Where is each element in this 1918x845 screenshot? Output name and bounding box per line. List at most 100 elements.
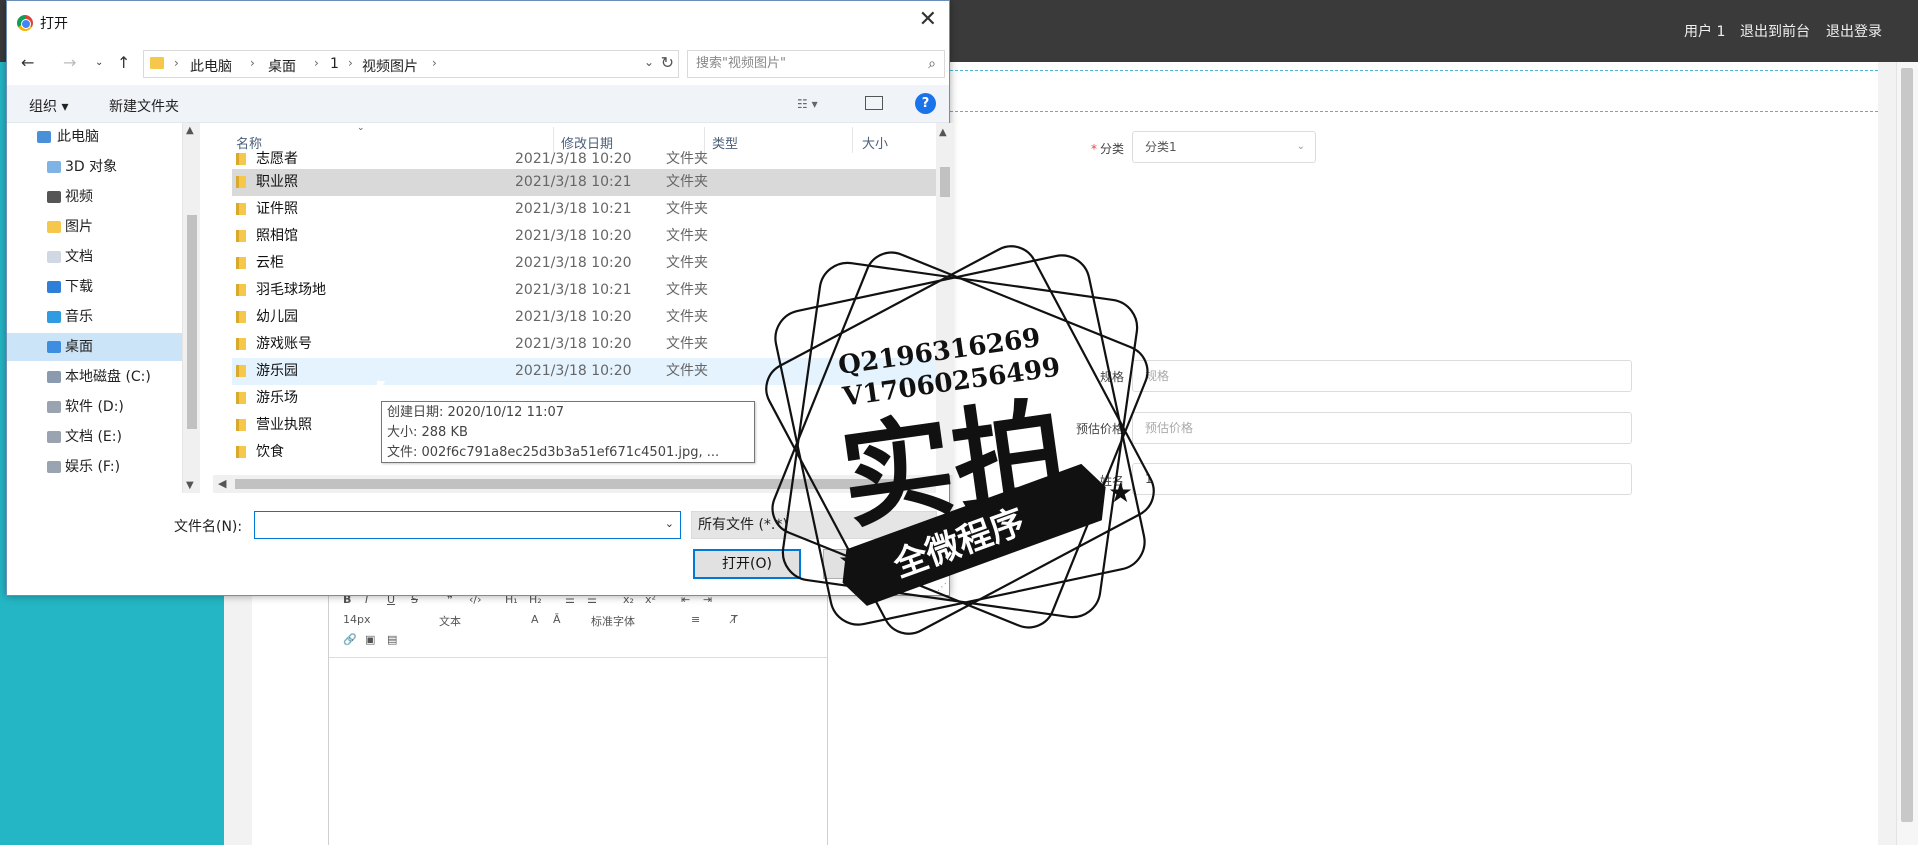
list-item[interactable]: 志愿者 2021/3/18 10:20 文件夹 [232,149,936,169]
video-icon[interactable]: ▤ [387,633,397,646]
font-size-select[interactable]: 14px [343,613,371,626]
close-icon[interactable]: ✕ [919,7,937,32]
document-icon [47,251,61,263]
user-menu[interactable]: 用户 1 [1684,0,1725,62]
cancel-button[interactable]: 取消 [823,549,935,579]
nav-item-videos[interactable]: 视频 [7,183,182,211]
exit-to-front-link[interactable]: 退出到前台 [1740,0,1810,62]
breadcrumb-video-images[interactable]: 视频图片 [362,56,418,76]
name-input[interactable]: 1 [1132,463,1632,495]
spec-input[interactable]: 规格 [1132,360,1632,392]
page-scrollbar[interactable] [1896,62,1918,845]
chevron-up-icon[interactable]: ▲ [186,125,194,136]
nav-item-drive-c[interactable]: 本地磁盘 (C:) [7,363,182,391]
back-arrow-icon[interactable]: ← [21,53,34,72]
nav-item-pictures[interactable]: 图片 [7,213,182,241]
navigation-scrollbar-thumb[interactable] [187,215,197,429]
file-type: 文件夹 [666,228,708,244]
chevron-left-icon[interactable]: ◀ [218,477,226,490]
picture-icon [47,221,61,233]
font-color-icon[interactable]: A [531,613,539,626]
image-icon[interactable]: ▣ [365,633,375,646]
list-item[interactable]: 羽毛球场地 2021/3/18 10:21 文件夹 [232,277,936,304]
price-input[interactable]: 预估价格 [1132,412,1632,444]
category-label: * 分类 [1090,142,1124,156]
file-list-vertical-scrollbar[interactable]: ▲ [936,123,954,475]
page-scrollbar-thumb[interactable] [1901,68,1913,822]
tooltip-created: 创建日期: 2020/10/12 11:07 [387,405,565,420]
breadcrumb-desktop[interactable]: 桌面 [268,56,296,76]
chevron-down-icon[interactable]: ▼ [186,480,194,491]
sort-indicator-icon: ⌄ [357,123,365,133]
folder-icon [236,392,246,404]
search-input[interactable]: 搜索"视频图片" ⌕ [687,50,945,78]
chevron-up-icon[interactable]: ▲ [939,127,947,138]
chevron-down-icon[interactable]: ⌄ [644,55,654,69]
file-type-filter-select[interactable]: 所有文件 (*.*) [691,511,937,539]
file-list-horizontal-scrollbar[interactable]: ◀ [213,475,936,493]
navigation-pane: 此电脑 3D 对象 视频 图片 文档 下载 音乐 桌面 本地磁盘 (C:) 软件… [7,123,182,497]
list-item[interactable]: 幼儿园 2021/3/18 10:20 文件夹 [232,304,936,331]
recent-dropdown-icon[interactable]: ⌄ [95,57,103,68]
category-select[interactable]: 分类1 ⌄ [1132,131,1316,163]
nav-item-label: 文档 [65,249,93,265]
new-folder-button[interactable]: 新建文件夹 [109,96,179,116]
folder-icon [236,365,246,377]
resize-grip-icon[interactable]: ⋰ [937,582,947,593]
nav-item-this-pc[interactable]: 此电脑 [7,123,182,151]
horizontal-scrollbar-thumb[interactable] [235,479,915,489]
list-item[interactable]: 证件照 2021/3/18 10:21 文件夹 [232,196,936,223]
nav-item-music[interactable]: 音乐 [7,303,182,331]
file-date: 2021/3/18 10:20 [515,228,632,244]
text-style-select[interactable]: 文本 [439,613,461,629]
nav-item-drive-e[interactable]: 文档 (E:) [7,423,182,451]
command-bar: 组织 ▾ 新建文件夹 ☷ ▾ ? [7,85,949,123]
list-item[interactable]: 云柜 2021/3/18 10:20 文件夹 [232,250,936,277]
filename-input[interactable]: ⌄ [254,511,681,539]
preview-pane-icon[interactable] [865,96,883,110]
organize-button[interactable]: 组织 ▾ [29,96,68,116]
file-type: 文件夹 [666,363,708,379]
nav-item-drive-f[interactable]: 娱乐 (F:) [7,453,182,481]
font-family-select[interactable]: 标准字体 [591,613,635,629]
rich-text-editor[interactable]: B I U S ❞ ‹/› H₁ H₂ ☰ ☰ x₂ x² ⇤ ⇥ 14px 文… [328,588,828,845]
list-item[interactable]: 职业照 2021/3/18 10:21 文件夹 [232,169,936,196]
up-arrow-icon[interactable]: ↑ [117,53,130,72]
address-bar[interactable]: › 此电脑 › 桌面 › 1 › 视频图片 › ⌄ ↻ [143,50,679,78]
breadcrumb-this-pc[interactable]: 此电脑 [190,56,232,76]
drive-icon [47,401,61,413]
drive-icon [47,461,61,473]
nav-item-documents[interactable]: 文档 [7,243,182,271]
background-color-icon[interactable]: Ā [553,613,561,626]
file-list-scrollbar-thumb[interactable] [940,167,950,197]
nav-item-label: 3D 对象 [65,159,118,175]
nav-item-desktop[interactable]: 桌面 [7,333,182,361]
clear-format-icon[interactable]: T̸ [731,613,738,626]
nav-item-downloads[interactable]: 下载 [7,273,182,301]
breadcrumb-folder-1[interactable]: 1 [330,56,339,72]
refresh-icon[interactable]: ↻ [661,53,674,72]
list-item[interactable]: 照相馆 2021/3/18 10:20 文件夹 [232,223,936,250]
file-name: 羽毛球场地 [256,282,326,298]
link-icon[interactable]: 🔗 [343,633,357,646]
open-button[interactable]: 打开(O) [693,549,801,579]
navigation-scrollbar[interactable]: ▲ ▼ [182,123,200,493]
editor-toolbar-divider [329,657,827,658]
forward-arrow-icon[interactable]: → [63,53,76,72]
folder-icon [236,230,246,242]
nav-item-label: 音乐 [65,309,93,325]
nav-item-label: 图片 [65,219,93,235]
spec-label: 规格 [1099,370,1124,384]
align-icon[interactable]: ≡ [691,613,700,626]
help-icon[interactable]: ? [915,93,936,114]
file-type: 文件夹 [666,282,708,298]
computer-icon [37,131,51,143]
nav-item-3d-objects[interactable]: 3D 对象 [7,153,182,181]
list-item[interactable]: 游戏账号 2021/3/18 10:20 文件夹 [232,331,936,358]
chevron-down-icon[interactable]: ⌄ [665,517,674,530]
logout-link[interactable]: 退出登录 [1826,0,1882,62]
list-item[interactable]: 游乐园 2021/3/18 10:20 文件夹 [232,358,936,385]
folder-icon [236,419,246,431]
nav-item-drive-d[interactable]: 软件 (D:) [7,393,182,421]
view-options-icon[interactable]: ☷ ▾ [797,97,818,111]
